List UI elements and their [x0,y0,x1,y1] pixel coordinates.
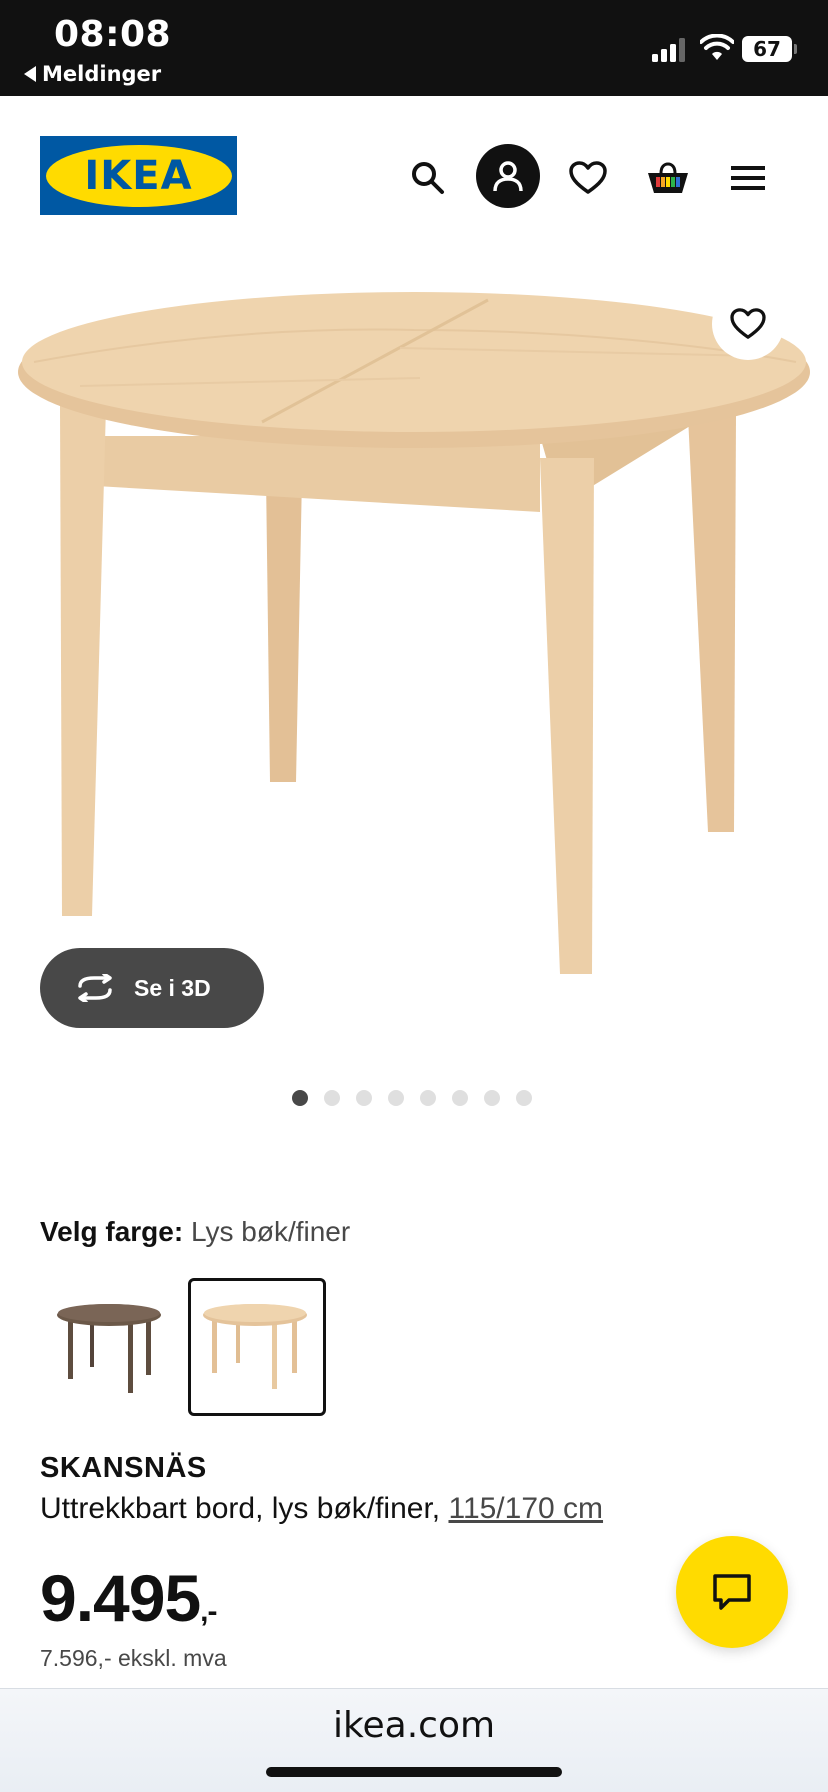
pagination-dot[interactable] [484,1090,500,1106]
pagination-dot[interactable] [452,1090,468,1106]
product-name: SKANSNÄS [40,1452,207,1484]
color-swatch-light-beech[interactable] [188,1278,326,1416]
pagination-dot[interactable] [292,1090,308,1106]
home-indicator[interactable] [266,1767,562,1777]
browser-address-bar[interactable]: ikea.com [0,1688,828,1792]
back-to-app-link[interactable]: Meldinger [24,62,161,86]
site-header: IKEA [0,96,828,256]
menu-button[interactable] [716,146,780,210]
product-gallery[interactable]: Se i 3D [0,256,828,1136]
product-description: Uttrekkbart bord, lys bøk/finer, 115/170… [40,1492,603,1526]
search-button[interactable] [396,146,460,210]
profile-button[interactable] [476,144,540,208]
heart-icon [730,308,766,339]
price-suffix: ,- [200,1595,217,1628]
view-in-3d-label: Se i 3D [134,974,211,1001]
view-in-3d-button[interactable]: Se i 3D [40,948,264,1028]
pagination-dot[interactable] [356,1090,372,1106]
back-arrow-icon [24,66,36,82]
color-selection-label: Velg farge: Lys bøk/finer [40,1216,350,1248]
search-icon [412,162,444,194]
chat-button[interactable] [676,1536,788,1648]
gallery-pagination [292,1090,532,1106]
user-icon [493,161,523,192]
wifi-icon [700,34,734,60]
ikea-logo[interactable]: IKEA [40,136,237,215]
pagination-dot[interactable] [516,1090,532,1106]
chat-bubble-icon [713,1574,751,1610]
save-to-favorites-button[interactable] [712,288,784,360]
product-image[interactable] [0,286,828,1026]
product-description-text: Uttrekkbart bord, lys bøk/finer, [40,1492,441,1525]
back-app-label: Meldinger [42,62,162,86]
pagination-dot[interactable] [324,1090,340,1106]
pagination-dot[interactable] [388,1090,404,1106]
rotate-3d-icon [78,974,112,1002]
price-excl-vat: 7.596,- ekskl. mva [40,1645,227,1671]
wishlist-button[interactable] [556,146,620,210]
swatch-thumbnail [203,1304,307,1389]
logo-text: IKEA [84,152,193,199]
color-label-value: Lys bøk/finer [190,1216,351,1247]
color-label-title: Velg farge: [40,1216,184,1247]
cart-button[interactable] [636,146,700,210]
hamburger-menu-icon [731,166,765,190]
battery-indicator: 67 [742,36,797,62]
product-size-link[interactable]: 115/170 cm [448,1492,603,1525]
pagination-dot[interactable] [420,1090,436,1106]
shopping-bag-icon [648,162,688,193]
color-swatch-dark[interactable] [40,1278,178,1416]
url-text[interactable]: ikea.com [0,1705,828,1746]
status-bar: 08:08 Meldinger 67 [0,0,828,96]
product-price: 9.495,- [40,1560,218,1636]
price-value: 9.495 [40,1561,201,1635]
swatch-thumbnail [57,1304,161,1393]
cellular-signal-icon [652,38,685,62]
logo-oval: IKEA [45,144,232,207]
status-time: 08:08 [54,14,172,55]
heart-icon [569,161,607,194]
